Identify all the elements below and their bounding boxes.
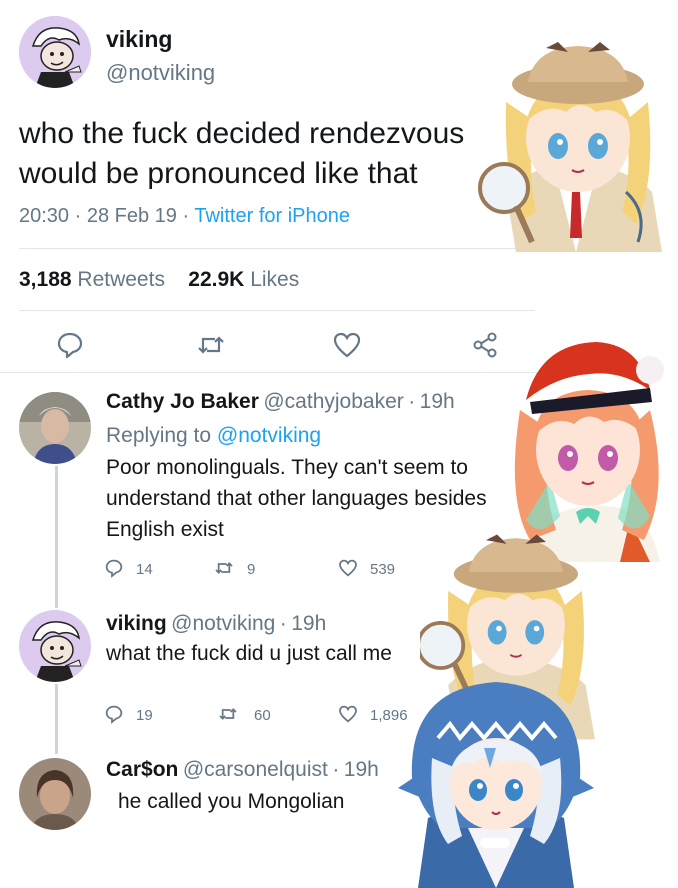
divider [19,310,535,311]
heart-icon[interactable] [332,330,362,360]
heart-icon[interactable] [338,704,358,724]
cartoon-avatar-icon [19,610,91,682]
divider [19,248,535,249]
separator: · [182,205,190,227]
replying-to-link[interactable]: @notviking [217,424,321,447]
replying-prefix: Replying to [106,424,212,447]
likes-label: Likes [250,268,300,291]
reply-icon[interactable] [104,704,124,724]
reply-icon[interactable] [104,558,124,578]
separator: · [332,758,340,781]
reply-author-handle[interactable]: @cathyjobaker [263,390,403,413]
likes-stat[interactable]: 22.9K Likes [188,268,299,291]
share-icon[interactable] [470,330,500,360]
reply-text: what the fuck did u just call me [106,638,392,669]
reply-avatar[interactable] [19,610,91,682]
main-author-name[interactable]: viking [106,26,172,53]
reply-author-handle[interactable]: @notviking [171,612,275,635]
reply-time: 19h [291,612,327,635]
separator: · [74,205,82,227]
reply-avatar[interactable] [19,758,91,830]
retweets-label: Retweets [77,268,165,291]
shark-hoodie-girl-sticker [398,682,594,888]
tweet-date: 28 Feb 19 [86,205,177,227]
main-tweet-line: would be pronounced like that [19,157,418,190]
main-tweet-line: who the fuck decided rendezvous [19,117,465,150]
photo-avatar-icon [19,392,91,464]
reply-author-name[interactable]: Car$on [106,758,178,781]
separator: · [408,390,416,413]
reply-time: 19h [419,390,455,413]
photo-avatar-icon [19,758,91,830]
retweet-count: 60 [254,707,271,724]
heart-icon[interactable] [338,558,358,578]
reply-author-name[interactable]: Cathy Jo Baker [106,390,259,413]
orange-hair-girl-sticker [514,342,664,562]
thread-line [55,466,58,608]
reply-author-handle[interactable]: @carsonelquist [183,758,328,781]
reply-line: what the fuck did u just call me [106,642,392,665]
detective-girl-sticker [478,42,662,252]
retweets-count: 3,188 [19,268,72,291]
like-count: 539 [370,561,396,578]
separator: · [279,612,287,635]
reply-count: 14 [136,561,153,578]
replying-to: Replying to @notviking [106,424,321,448]
retweet-icon[interactable] [214,558,234,578]
main-tweet-text: who the fuck decided rendezvous would be… [19,114,539,194]
reply-icon[interactable] [55,330,85,360]
retweet-count: 9 [247,561,256,578]
tweet-metadata: 20:30 · 28 Feb 19 · Twitter for iPhone [19,205,350,228]
tweet-stats: 3,188 Retweets 22.9K Likes [19,268,299,292]
reply-avatar[interactable] [19,392,91,464]
reply-header: Car$on @carsonelquist · 19h [106,758,379,782]
reply-line: understand that other languages besides [106,487,487,510]
reply-author-name[interactable]: viking [106,612,167,635]
tweet-time: 20:30 [19,205,70,227]
reply-count: 19 [136,707,153,724]
cartoon-avatar-icon [19,16,91,88]
retweet-icon[interactable] [218,704,238,724]
reply-time: 19h [343,758,379,781]
main-avatar[interactable] [19,16,91,88]
tweet-source-link[interactable]: Twitter for iPhone [194,205,350,227]
divider [0,372,540,373]
reply-line: Poor monolinguals. They can't seem to [106,456,468,479]
likes-count: 22.9K [188,268,245,291]
reply-text: he called you Mongolian [118,786,345,817]
reply-line: he called you Mongolian [118,790,345,813]
thread-line [55,684,58,754]
reply-header: Cathy Jo Baker @cathyjobaker · 19h [106,390,455,414]
retweets-stat[interactable]: 3,188 Retweets [19,268,165,291]
reply-header: viking @notviking · 19h [106,612,326,636]
retweet-icon[interactable] [196,330,226,360]
main-author-handle[interactable]: @notviking [106,60,215,86]
